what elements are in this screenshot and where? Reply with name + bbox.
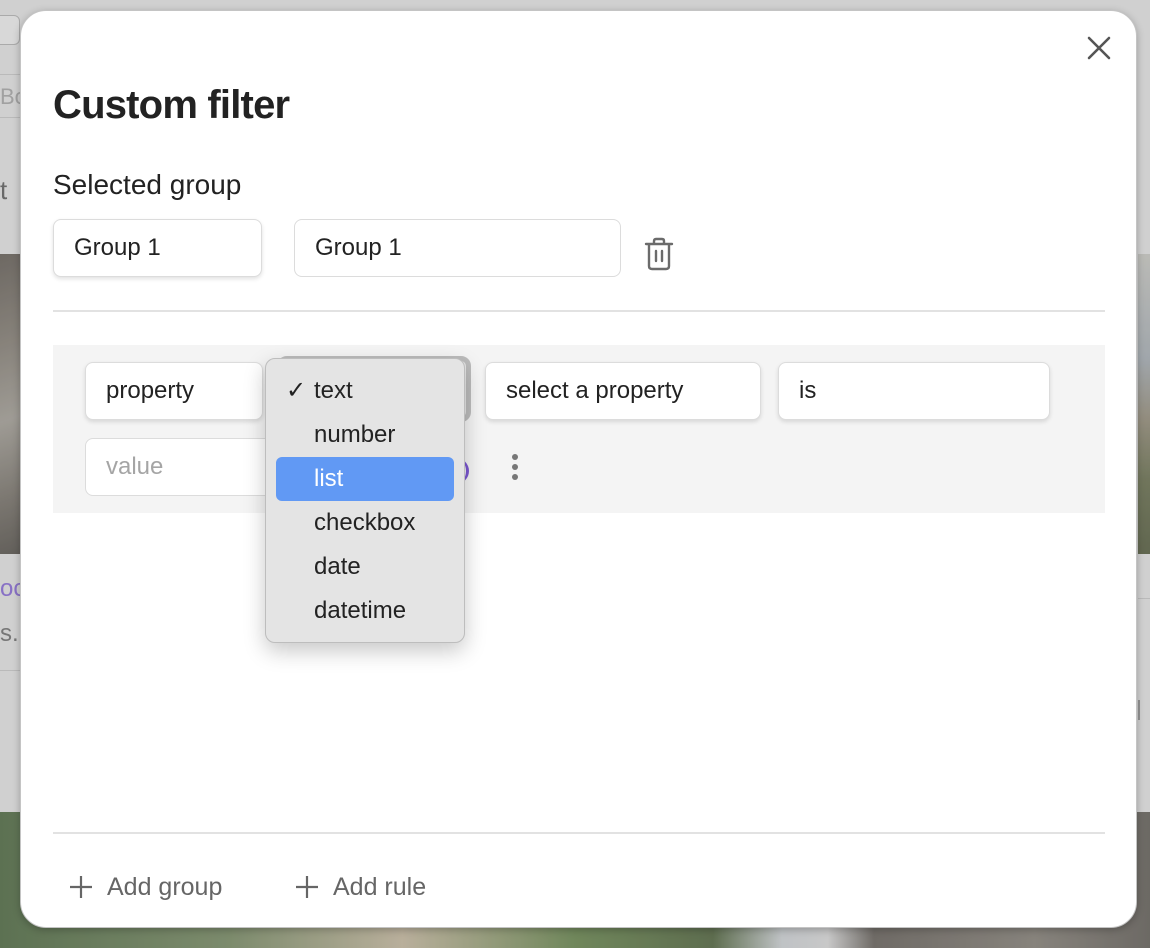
more-vertical-icon-dot: [512, 474, 518, 480]
rule-property-value: select a property: [506, 377, 684, 404]
checkmark-icon: ✓: [286, 376, 307, 404]
more-vertical-icon-dot: [512, 464, 518, 470]
group-select-value: Group 1: [74, 234, 161, 261]
dropdown-option-text[interactable]: ✓ text: [276, 369, 454, 413]
dropdown-option-label: list: [314, 465, 344, 492]
plus-icon: [70, 876, 92, 898]
dropdown-option-checkbox[interactable]: checkbox: [276, 501, 454, 545]
rule-operator-select[interactable]: is: [778, 362, 1050, 420]
section-divider: [53, 310, 1105, 312]
add-rule-label: Add rule: [333, 872, 427, 901]
custom-filter-dialog: Custom filter Selected group Group 1 pro…: [20, 10, 1137, 928]
rule-source-value: property: [106, 377, 195, 404]
more-vertical-icon: [512, 454, 518, 460]
rule-source-select[interactable]: property: [85, 362, 263, 420]
delete-group-button[interactable]: [641, 234, 677, 274]
dropdown-option-label: number: [314, 421, 396, 448]
filter-rule: property select a property is: [53, 345, 1105, 513]
dropdown-option-label: text: [314, 377, 353, 404]
footer-divider: [53, 832, 1105, 834]
plus-icon: [296, 876, 318, 898]
dropdown-option-label: checkbox: [314, 509, 416, 536]
rule-operator-value: is: [799, 377, 817, 404]
rule-property-select[interactable]: select a property: [485, 362, 761, 420]
dropdown-option-date[interactable]: date: [276, 545, 454, 589]
selected-group-label: Selected group: [53, 169, 242, 200]
add-rule-button[interactable]: Add rule: [295, 869, 426, 905]
dropdown-option-list[interactable]: list: [276, 457, 454, 501]
add-group-button[interactable]: Add group: [69, 869, 222, 905]
close-icon: [1087, 36, 1111, 60]
dropdown-option-label: date: [314, 553, 361, 580]
trash-icon: [644, 237, 674, 271]
group-select[interactable]: Group 1: [53, 219, 262, 277]
type-dropdown-menu: ✓ text number list checkbox date datetime: [265, 358, 465, 643]
rule-more-button[interactable]: [503, 449, 527, 485]
dialog-title: Custom filter: [53, 83, 290, 127]
add-group-label: Add group: [107, 872, 223, 901]
dropdown-option-label: datetime: [314, 597, 407, 624]
rule-value-input[interactable]: [85, 438, 285, 496]
dropdown-option-datetime[interactable]: datetime: [276, 589, 454, 633]
close-button[interactable]: [1084, 33, 1114, 63]
dropdown-option-number[interactable]: number: [276, 413, 454, 457]
group-name-input[interactable]: [294, 219, 621, 277]
